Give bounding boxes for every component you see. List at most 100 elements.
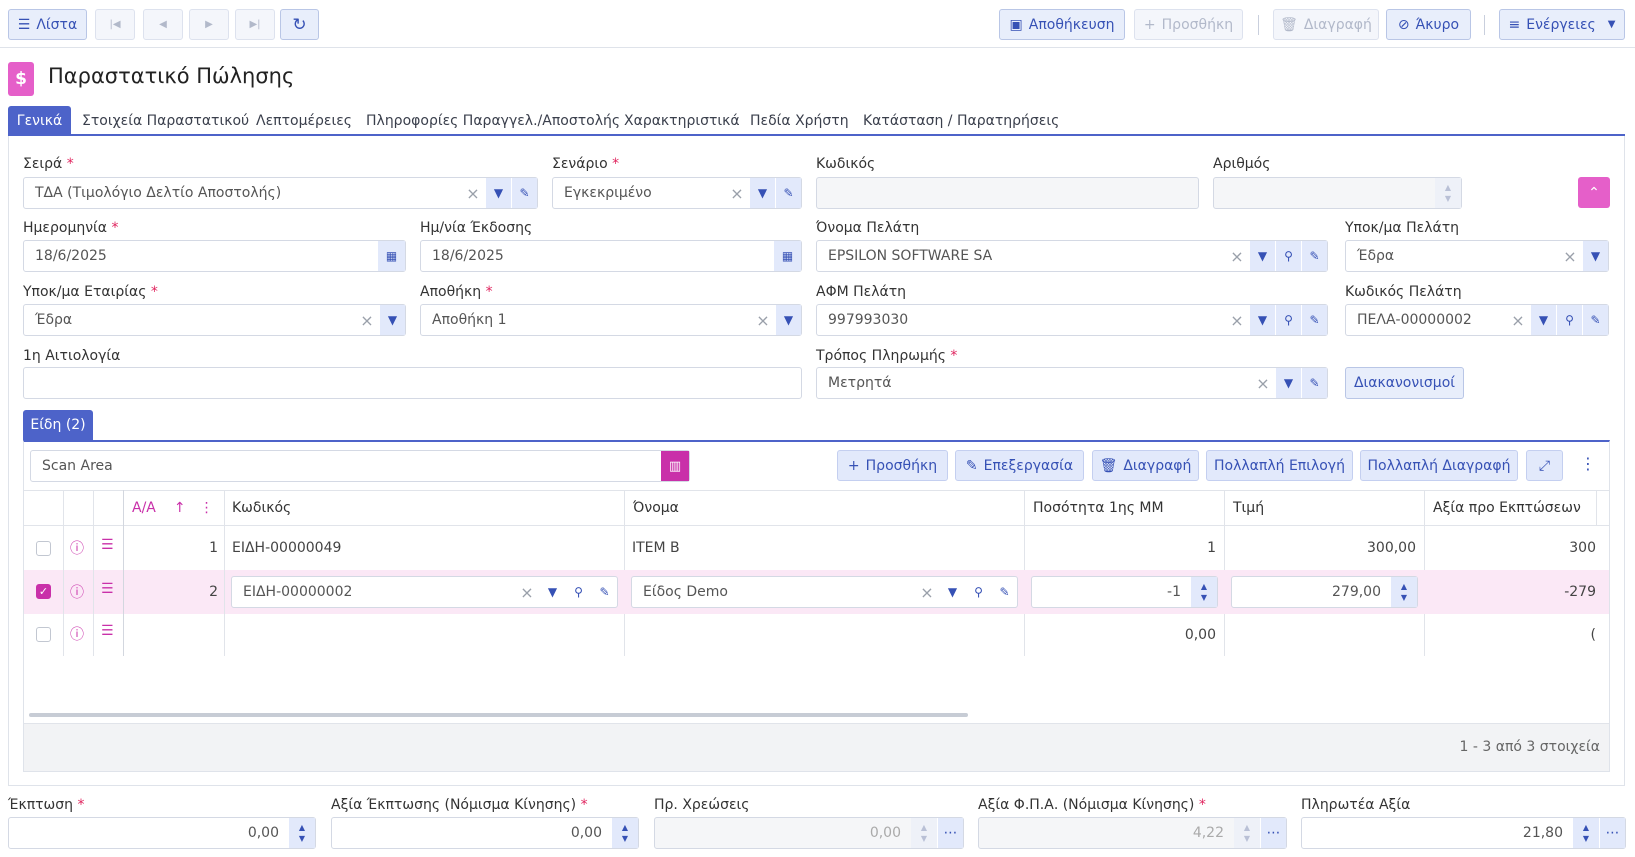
info-icon[interactable]: ⓘ [70, 624, 84, 644]
previous-record-button[interactable]: ◀ [143, 9, 183, 40]
expand-button[interactable]: ⤢ [1526, 450, 1563, 481]
dropdown-caret-icon[interactable]: ▼ [1249, 305, 1275, 335]
customer-name-field[interactable]: EPSILON SOFTWARE SA × ▼ ⚲ ✎ [816, 240, 1328, 272]
tab-details[interactable]: Λεπτομέρειες [246, 106, 362, 135]
row-checkbox[interactable] [36, 627, 51, 642]
scan-area-field[interactable]: Scan Area ▥ [30, 450, 690, 482]
ellipsis-icon[interactable]: ⋯ [937, 818, 963, 848]
row-checkbox-checked[interactable]: ✓ [36, 584, 51, 599]
payment-field[interactable]: Μετρητά × ▼ ✎ [816, 367, 1328, 399]
search-icon[interactable]: ⚲ [1556, 305, 1582, 335]
spinner-arrows-icon[interactable]: ▲ ▼ [612, 818, 638, 848]
collapse-button[interactable]: ⌃ [1578, 177, 1610, 208]
number-field[interactable]: ▲ ▼ [1213, 177, 1462, 209]
table-row[interactable] [24, 615, 1609, 656]
dropdown-caret-icon[interactable]: ▼ [1530, 305, 1556, 335]
search-icon[interactable]: ⚲ [965, 577, 991, 607]
customer-vat-field[interactable]: 997993030 × ▼ ⚲ ✎ [816, 304, 1328, 336]
clear-icon[interactable]: × [725, 184, 749, 203]
customer-code-field[interactable]: ΠΕΛΑ-00000002 × ▼ ⚲ ✎ [1345, 304, 1609, 336]
spinner-arrows-icon[interactable]: ▲ ▼ [1391, 577, 1417, 607]
col-price[interactable]: Τιμή [1225, 492, 1264, 524]
clear-icon[interactable]: × [1506, 311, 1530, 330]
edit-pencil-icon[interactable]: ✎ [1301, 241, 1327, 271]
search-icon[interactable]: ⚲ [1275, 241, 1301, 271]
edit-pencil-icon[interactable]: ✎ [1301, 305, 1327, 335]
dropdown-caret-icon[interactable]: ▼ [379, 305, 405, 335]
edit-pencil-icon[interactable]: ✎ [991, 577, 1017, 607]
tab-items[interactable]: Είδη (2) [23, 410, 93, 440]
add-button[interactable]: + Προσθήκη [1134, 9, 1243, 40]
item-delete-button[interactable]: 🗑 Διαγραφή [1092, 450, 1199, 481]
horizontal-scrollbar[interactable] [29, 713, 968, 717]
next-record-button[interactable]: ▶ [189, 9, 229, 40]
tab-user-fields[interactable]: Πεδία Χρήστη [740, 106, 859, 135]
company-branch-field[interactable]: Έδρα × ▼ [23, 304, 406, 336]
issue-date-field[interactable]: 18/6/2025 ▦ [420, 240, 802, 272]
last-record-button[interactable]: ▶| [235, 9, 275, 40]
item-add-button[interactable]: + Προσθήκη [837, 450, 948, 481]
row-menu-icon[interactable]: ☰ [101, 581, 114, 597]
vat-value-field[interactable]: 4,22 ▲ ▼ ⋯ [978, 817, 1287, 849]
col-aa[interactable]: Α/Α ↑ ⋮ [124, 492, 214, 524]
dropdown-caret-icon[interactable]: ▼ [1249, 241, 1275, 271]
sort-up-icon[interactable]: ↑ [174, 500, 186, 516]
edit-pencil-icon[interactable]: ✎ [775, 178, 801, 208]
spinner-arrows-icon[interactable]: ▲ ▼ [289, 818, 315, 848]
spinner-arrows-icon[interactable]: ▲ ▼ [1435, 178, 1461, 208]
edit-pencil-icon[interactable]: ✎ [591, 577, 617, 607]
dropdown-caret-icon[interactable]: ▼ [485, 178, 511, 208]
clear-icon[interactable]: × [1558, 247, 1582, 266]
clear-icon[interactable]: × [461, 184, 485, 203]
charges-field[interactable]: 0,00 ▲ ▼ ⋯ [654, 817, 964, 849]
customer-branch-field[interactable]: Έδρα × ▼ [1345, 240, 1609, 272]
tab-general[interactable]: Γενικά [8, 106, 71, 135]
spinner-arrows-icon[interactable]: ▲ ▼ [1234, 818, 1260, 848]
list-button[interactable]: ☰ Λίστα [8, 9, 87, 40]
dropdown-caret-icon[interactable]: ▼ [1582, 241, 1608, 271]
edit-pencil-icon[interactable]: ✎ [1301, 368, 1327, 398]
warehouse-field[interactable]: Αποθήκη 1 × ▼ [420, 304, 802, 336]
multi-select-button[interactable]: Πολλαπλή Επιλογή [1206, 450, 1353, 481]
multi-delete-button[interactable]: Πολλαπλή Διαγραφή [1360, 450, 1518, 481]
cancel-button[interactable]: ⊘ Άκυρο [1386, 9, 1471, 40]
calendar-icon[interactable]: ▦ [377, 241, 405, 271]
row-code-editor[interactable]: ΕΙΔΗ-00000002 × ▼ ⚲ ✎ [231, 576, 618, 608]
row-name-editor[interactable]: Είδος Demo × ▼ ⚲ ✎ [631, 576, 1018, 608]
row-price-editor[interactable]: 279,00 ▲ ▼ [1231, 576, 1418, 608]
row-qty-editor[interactable]: -1 ▲ ▼ [1031, 576, 1218, 608]
scenario-field[interactable]: Εγκεκριμένο × ▼ ✎ [552, 177, 802, 209]
info-icon[interactable]: ⓘ [70, 582, 84, 602]
clear-icon[interactable]: × [1225, 311, 1249, 330]
reason-field[interactable] [23, 367, 802, 399]
clear-icon[interactable]: × [751, 311, 775, 330]
column-menu-icon[interactable]: ⋮ [200, 500, 214, 516]
spinner-arrows-icon[interactable]: ▲ ▼ [1573, 818, 1599, 848]
clear-icon[interactable]: × [355, 311, 379, 330]
save-button[interactable]: ▣ Αποθήκευση [999, 9, 1125, 40]
more-options-icon[interactable]: ⋮ [1580, 454, 1596, 473]
search-icon[interactable]: ⚲ [565, 577, 591, 607]
actions-menu-button[interactable]: ≡ Ενέργειες ▼ [1499, 9, 1625, 40]
code-field[interactable] [816, 177, 1199, 209]
first-record-button[interactable]: |◀ [95, 9, 135, 40]
tab-characteristics[interactable]: Χαρακτηριστικά [614, 106, 750, 135]
refresh-button[interactable]: ↻ [280, 9, 319, 40]
spinner-arrows-icon[interactable]: ▲ ▼ [1191, 577, 1217, 607]
delete-button[interactable]: 🗑 Διαγραφή [1273, 9, 1379, 40]
col-code[interactable]: Κωδικός [224, 492, 291, 524]
clear-icon[interactable]: × [515, 583, 539, 602]
ellipsis-icon[interactable]: ⋯ [1260, 818, 1286, 848]
tab-status-notes[interactable]: Κατάσταση / Παρατηρήσεις [853, 106, 1069, 135]
dropdown-caret-icon[interactable]: ▼ [1275, 368, 1301, 398]
discount-field[interactable]: 0,00 ▲ ▼ [8, 817, 316, 849]
dropdown-caret-icon[interactable]: ▼ [539, 577, 565, 607]
tab-order-shipping[interactable]: Πληροφορίες Παραγγελ./Αποστολής [356, 106, 630, 135]
clear-icon[interactable]: × [1251, 374, 1275, 393]
col-qty[interactable]: Ποσότητα 1ης ΜΜ [1025, 492, 1164, 524]
row-menu-icon[interactable]: ☰ [101, 623, 114, 639]
row-menu-icon[interactable]: ☰ [101, 537, 114, 553]
info-icon[interactable]: ⓘ [70, 538, 84, 558]
row-checkbox[interactable] [36, 541, 51, 556]
calendar-icon[interactable]: ▦ [773, 241, 801, 271]
